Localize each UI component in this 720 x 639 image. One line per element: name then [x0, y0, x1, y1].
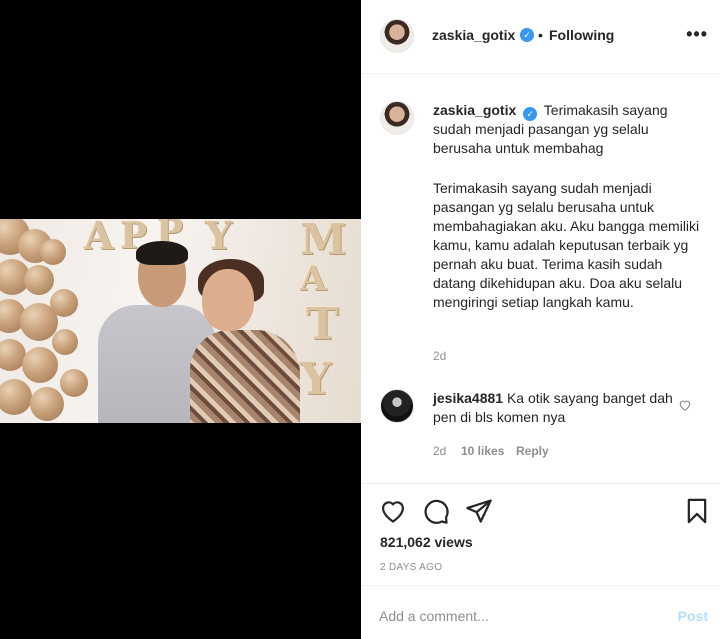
foil-letter: Y	[300, 354, 332, 405]
comment-reply-button[interactable]: Reply	[516, 444, 549, 458]
man-hair	[136, 241, 188, 265]
comment-item: jesika4881 Ka otik sayang banget dah pen…	[433, 389, 673, 427]
balloon	[52, 329, 78, 355]
foil-letter: M	[300, 219, 347, 264]
caption-username[interactable]: zaskia_gotix	[433, 102, 516, 118]
foil-letter: A	[300, 259, 327, 299]
media-panel: A P P Y M A T Y	[0, 0, 361, 639]
comment-input[interactable]: Add a comment...	[379, 608, 489, 624]
balloon	[0, 379, 32, 415]
author-avatar[interactable]	[380, 19, 414, 53]
foil-letter: A	[84, 219, 114, 258]
comment-bubble-icon[interactable]	[422, 497, 450, 525]
paper-plane-icon[interactable]	[465, 497, 493, 525]
comment-likes[interactable]: 10 likes	[461, 444, 504, 458]
caption-age[interactable]: 2d	[433, 349, 446, 363]
video-player[interactable]: A P P Y M A T Y	[0, 219, 361, 423]
commenter-username[interactable]: jesika4881	[433, 390, 503, 406]
more-options-icon[interactable]: •••	[686, 24, 708, 45]
balloon	[22, 347, 58, 383]
post-details-panel: zaskia_gotix ✓ • Following ••• zaskia_go…	[361, 0, 720, 639]
comment-like-heart-icon[interactable]	[678, 398, 692, 412]
separator-dot: •	[538, 27, 543, 43]
add-comment-bar: Add a comment... Post	[361, 585, 720, 639]
bookmark-icon[interactable]	[683, 497, 711, 525]
caption-author-avatar[interactable]	[380, 101, 414, 135]
comment-age[interactable]: 2d	[433, 444, 446, 458]
woman-figure	[190, 330, 300, 423]
following-button[interactable]: Following	[549, 27, 614, 43]
view-count[interactable]: 821,062 views	[380, 534, 473, 550]
heart-icon[interactable]	[379, 497, 407, 525]
caption-intro: zaskia_gotix ✓ Terimakasih sayang sudah …	[433, 101, 703, 158]
post-header: zaskia_gotix ✓ • Following •••	[361, 0, 720, 74]
post-date[interactable]: 2 DAYS AGO	[380, 562, 442, 573]
verified-badge-icon: ✓	[520, 28, 534, 42]
post-comment-button[interactable]: Post	[678, 608, 708, 624]
caption-body: Terimakasih sayang sudah menjadi pasanga…	[433, 180, 700, 310]
balloon	[30, 387, 64, 421]
foil-letter: Y	[205, 219, 233, 258]
author-username[interactable]: zaskia_gotix	[432, 27, 515, 43]
balloon	[24, 265, 54, 295]
balloon	[60, 369, 88, 397]
balloon	[50, 289, 78, 317]
commenter-avatar[interactable]	[380, 389, 414, 423]
foil-letter: T	[306, 299, 339, 350]
verified-badge-icon: ✓	[523, 107, 538, 121]
balloon	[40, 239, 66, 265]
woman-head	[202, 269, 254, 331]
